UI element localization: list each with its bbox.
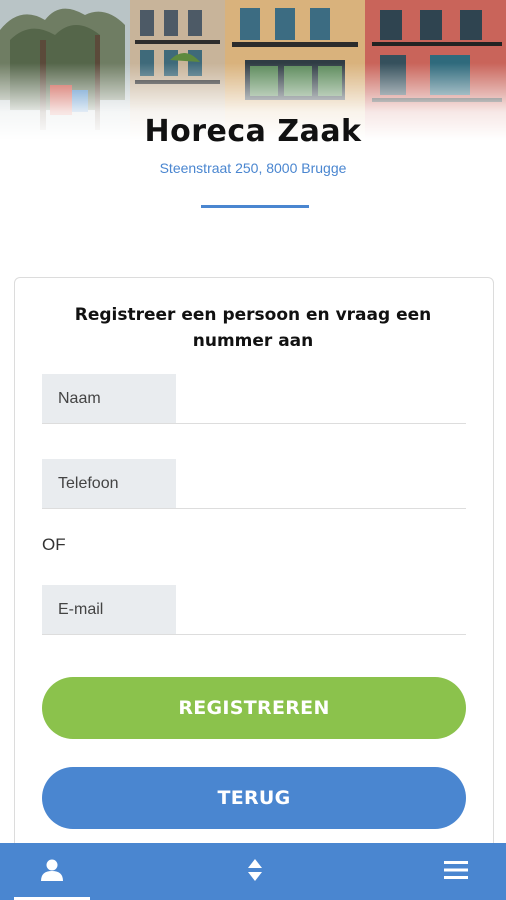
- form-title: Registreer een persoon en vraag een numm…: [74, 305, 432, 351]
- title-divider: [201, 205, 309, 208]
- phone-field: Telefoon: [42, 459, 466, 509]
- business-address: Steenstraat 250, 8000 Brugge: [159, 160, 347, 176]
- page: Horeca Zaak Steenstraat 250, 8000 Brugge…: [0, 0, 506, 900]
- phone-label: Telefoon: [42, 459, 176, 508]
- email-field: E-mail: [42, 585, 466, 635]
- email-input[interactable]: [176, 585, 466, 634]
- back-button[interactable]: TERUG: [42, 767, 466, 829]
- name-label: Naam: [42, 374, 176, 423]
- bottom-navigation: [0, 843, 506, 900]
- name-field: Naam: [42, 374, 466, 424]
- hamburger-menu-icon: [444, 860, 468, 884]
- nav-item-person[interactable]: [14, 843, 90, 900]
- phone-input[interactable]: [176, 459, 466, 508]
- person-icon: [40, 859, 64, 885]
- register-button[interactable]: REGISTREREN: [42, 677, 466, 739]
- business-name: Horeca Zaak: [144, 114, 362, 149]
- email-label: E-mail: [42, 585, 176, 634]
- or-separator: OF: [42, 535, 66, 554]
- nav-item-sort[interactable]: [235, 843, 275, 900]
- name-input[interactable]: [176, 374, 466, 423]
- sort-icon: [247, 858, 263, 886]
- nav-item-menu[interactable]: [434, 843, 478, 900]
